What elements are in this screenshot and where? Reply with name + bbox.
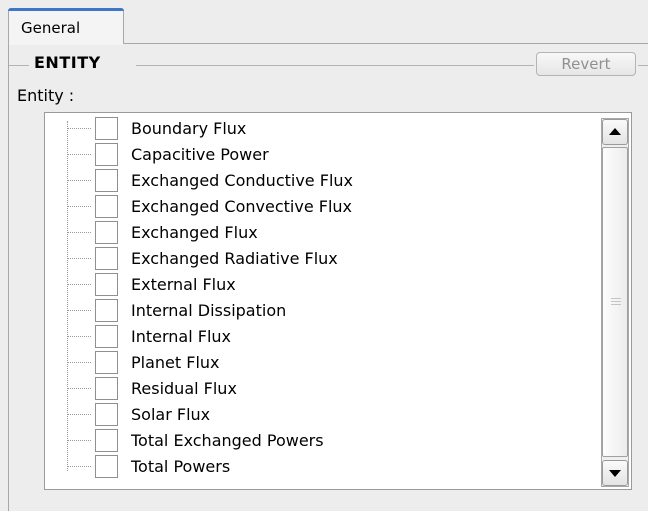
list-item[interactable]: Total Powers [45, 453, 600, 479]
arrow-up-icon [609, 128, 621, 135]
tree-connector-branch [67, 284, 91, 285]
tree-connector-branch [67, 258, 91, 259]
entity-list[interactable]: Boundary Flux Capacitive Power Exchanged C… [44, 112, 632, 490]
entity-checkbox[interactable] [95, 299, 118, 322]
entity-label: Exchanged Radiative Flux [131, 249, 338, 268]
group-title: ENTITY [34, 53, 101, 72]
entity-label: Exchanged Flux [131, 223, 258, 242]
group-divider-end [638, 65, 648, 66]
list-item[interactable]: Residual Flux [45, 375, 600, 401]
entity-checkbox[interactable] [95, 117, 118, 140]
list-item[interactable]: Internal Dissipation [45, 297, 600, 323]
list-item[interactable]: Capacitive Power [45, 141, 600, 167]
tab-general[interactable]: General [8, 8, 124, 44]
tree-connector-branch [67, 414, 91, 415]
tree-connector-branch [67, 180, 91, 181]
entity-label: Boundary Flux [131, 119, 247, 138]
properties-window: General ENTITY Revert Entity : Boundary … [0, 0, 648, 511]
entity-label: Exchanged Convective Flux [131, 197, 353, 216]
entity-checkbox[interactable] [95, 429, 118, 452]
list-item[interactable]: Exchanged Convective Flux [45, 193, 600, 219]
entity-checkbox[interactable] [95, 377, 118, 400]
tree-connector-branch [67, 362, 91, 363]
scroll-down-button[interactable] [602, 460, 628, 486]
list-item[interactable]: External Flux [45, 271, 600, 297]
entity-checkbox[interactable] [95, 351, 118, 374]
tree-connector-branch [67, 440, 91, 441]
entity-field-label: Entity : [17, 86, 75, 105]
entity-label: Capacitive Power [131, 145, 269, 164]
tree-connector-branch [67, 128, 91, 129]
tree-connector-branch [67, 310, 91, 311]
list-item[interactable]: Planet Flux [45, 349, 600, 375]
entity-label: Internal Flux [131, 327, 232, 346]
tab-joint [9, 42, 123, 45]
tree-connector-branch [67, 206, 91, 207]
tree-connector-branch [67, 388, 91, 389]
list-item[interactable]: Solar Flux [45, 401, 600, 427]
tree-connector-branch [67, 232, 91, 233]
entity-checkbox[interactable] [95, 169, 118, 192]
list-item[interactable]: Internal Flux [45, 323, 600, 349]
entity-label: Internal Dissipation [131, 301, 287, 320]
scrollbar-thumb[interactable] [602, 147, 628, 457]
group-divider-right [136, 65, 534, 66]
entity-label: Total Powers [131, 457, 231, 476]
list-item[interactable]: Exchanged Flux [45, 219, 600, 245]
thumb-grip [611, 298, 621, 299]
list-item[interactable]: Exchanged Conductive Flux [45, 167, 600, 193]
entity-checkbox[interactable] [95, 195, 118, 218]
scroll-up-button[interactable] [602, 119, 628, 145]
entity-checkbox[interactable] [95, 143, 118, 166]
entity-label: Exchanged Conductive Flux [131, 171, 353, 190]
tab-general-label: General [21, 19, 81, 37]
tree-connector-branch [67, 336, 91, 337]
group-divider-left [9, 65, 29, 66]
tree-connector-branch [67, 466, 91, 467]
arrow-down-icon [609, 470, 621, 477]
entity-checkbox[interactable] [95, 455, 118, 478]
entity-checkbox[interactable] [95, 247, 118, 270]
vertical-scrollbar[interactable] [601, 118, 629, 487]
entity-checkbox[interactable] [95, 403, 118, 426]
entity-label: External Flux [131, 275, 236, 294]
entity-checkbox[interactable] [95, 221, 118, 244]
revert-button[interactable]: Revert [536, 52, 636, 76]
entity-label: Total Exchanged Powers [131, 431, 324, 450]
thumb-grip [611, 301, 621, 302]
list-item[interactable]: Total Exchanged Powers [45, 427, 600, 453]
list-item[interactable]: Exchanged Radiative Flux [45, 245, 600, 271]
entity-label: Planet Flux [131, 353, 220, 372]
tree-connector-branch [67, 154, 91, 155]
entity-checkbox[interactable] [95, 325, 118, 348]
thumb-grip [611, 304, 621, 305]
entity-label: Solar Flux [131, 405, 211, 424]
tab-active-indicator [8, 8, 124, 11]
entity-label: Residual Flux [131, 379, 237, 398]
entity-checkbox[interactable] [95, 273, 118, 296]
list-item[interactable]: Boundary Flux [45, 115, 600, 141]
